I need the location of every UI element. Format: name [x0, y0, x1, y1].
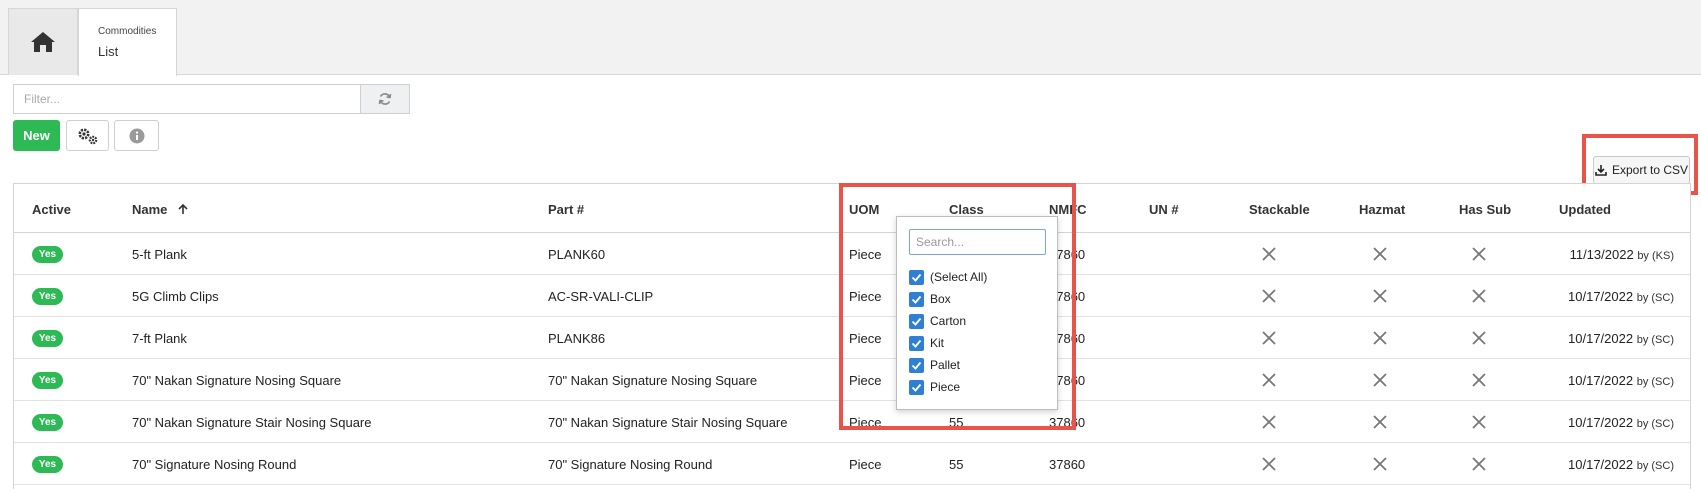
active-badge: Yes	[32, 414, 63, 431]
stackable-no-icon	[1261, 246, 1277, 262]
tab-subtitle: Commodities	[98, 26, 157, 37]
has-sub-no-icon	[1471, 372, 1487, 388]
cell-name: 70" Signature Nosing Round	[132, 457, 297, 472]
tab-bar: Commodities List	[0, 0, 1701, 76]
home-tab[interactable]	[8, 8, 78, 75]
updated-by: by (SC)	[1636, 460, 1674, 472]
column-header-part[interactable]: Part #	[548, 202, 584, 217]
cell-name: 7-ft Plank	[132, 331, 187, 346]
updated-date: 10/17/2022	[1568, 415, 1634, 430]
column-header-active[interactable]: Active	[32, 202, 71, 217]
home-icon	[31, 32, 55, 52]
cell-part: 70" Nakan Signature Nosing Square	[548, 373, 758, 388]
updated-by: by (SC)	[1636, 418, 1674, 430]
updated-date: 11/13/2022	[1569, 247, 1634, 262]
hazmat-no-icon	[1372, 372, 1388, 388]
column-header-hazmat[interactable]: Hazmat	[1359, 202, 1405, 217]
hazmat-no-icon	[1372, 330, 1388, 346]
stackable-no-icon	[1261, 330, 1277, 346]
tab-commodities-list[interactable]: Commodities List	[78, 8, 177, 76]
column-header-un[interactable]: UN #	[1149, 202, 1179, 217]
table-row[interactable]: Yes 70" Signature Nosing Round 70" Signatu…	[14, 443, 1690, 485]
cell-updated: 10/17/2022 by (SC)	[1568, 457, 1674, 472]
hazmat-no-icon	[1372, 288, 1388, 304]
stackable-no-icon	[1261, 372, 1277, 388]
active-badge: Yes	[32, 330, 63, 347]
column-header-name-label: Name	[132, 202, 168, 217]
cell-part: PLANK60	[548, 247, 606, 262]
hazmat-no-icon	[1372, 246, 1388, 262]
active-badge: Yes	[32, 246, 63, 263]
cell-part: PLANK86	[548, 331, 606, 346]
active-badge: Yes	[32, 456, 63, 473]
cell-updated: 10/17/2022 by (SC)	[1568, 331, 1674, 346]
settings-button[interactable]	[66, 120, 109, 151]
has-sub-no-icon	[1471, 330, 1487, 346]
stackable-no-icon	[1261, 414, 1277, 430]
info-icon	[129, 128, 144, 143]
updated-by: by (SC)	[1636, 334, 1674, 346]
cell-name: 5-ft Plank	[132, 247, 187, 262]
cell-updated: 10/17/2022 by (SC)	[1568, 373, 1674, 388]
active-badge: Yes	[32, 288, 63, 305]
tab-title: List	[98, 44, 119, 59]
cell-uom: Piece	[849, 457, 882, 472]
cell-part: 70" Signature Nosing Round	[548, 457, 713, 472]
active-badge: Yes	[32, 372, 63, 389]
cell-name: 5G Climb Clips	[132, 289, 219, 304]
gears-icon	[78, 128, 97, 144]
highlight-uom-filter	[839, 183, 1076, 430]
updated-date: 10/17/2022	[1568, 373, 1634, 388]
cell-part: 70" Nakan Signature Stair Nosing Square	[548, 415, 788, 430]
cell-name: 70" Nakan Signature Stair Nosing Square	[132, 415, 372, 430]
updated-by: by (KS)	[1637, 250, 1674, 262]
hazmat-no-icon	[1372, 414, 1388, 430]
has-sub-no-icon	[1471, 456, 1487, 472]
column-header-stackable[interactable]: Stackable	[1249, 202, 1310, 217]
cell-part: AC-SR-VALI-CLIP	[548, 289, 654, 304]
updated-date: 10/17/2022	[1568, 289, 1634, 304]
cell-updated: 10/17/2022 by (SC)	[1568, 415, 1674, 430]
has-sub-no-icon	[1471, 246, 1487, 262]
column-header-has-sub[interactable]: Has Sub	[1459, 202, 1511, 217]
column-header-updated[interactable]: Updated	[1559, 202, 1611, 217]
cell-name: 70" Nakan Signature Nosing Square	[132, 373, 342, 388]
updated-by: by (SC)	[1636, 376, 1674, 388]
has-sub-no-icon	[1471, 414, 1487, 430]
cell-class: 55	[949, 457, 964, 472]
filter-input[interactable]	[13, 84, 360, 114]
cell-updated: 11/13/2022 by (KS)	[1570, 247, 1674, 262]
refresh-button[interactable]	[360, 84, 410, 114]
stackable-no-icon	[1261, 456, 1277, 472]
cell-nmfc: 37860	[1049, 457, 1086, 472]
column-header-name[interactable]: Name	[132, 202, 189, 217]
updated-date: 10/17/2022	[1568, 457, 1634, 472]
has-sub-no-icon	[1471, 288, 1487, 304]
hazmat-no-icon	[1372, 456, 1388, 472]
stackable-no-icon	[1261, 288, 1277, 304]
updated-date: 10/17/2022	[1568, 331, 1634, 346]
info-button[interactable]	[114, 120, 159, 151]
new-button[interactable]: New	[13, 120, 60, 151]
cell-updated: 10/17/2022 by (SC)	[1568, 289, 1674, 304]
updated-by: by (SC)	[1636, 292, 1674, 304]
refresh-icon	[378, 93, 392, 105]
sort-ascending-icon	[178, 203, 188, 214]
